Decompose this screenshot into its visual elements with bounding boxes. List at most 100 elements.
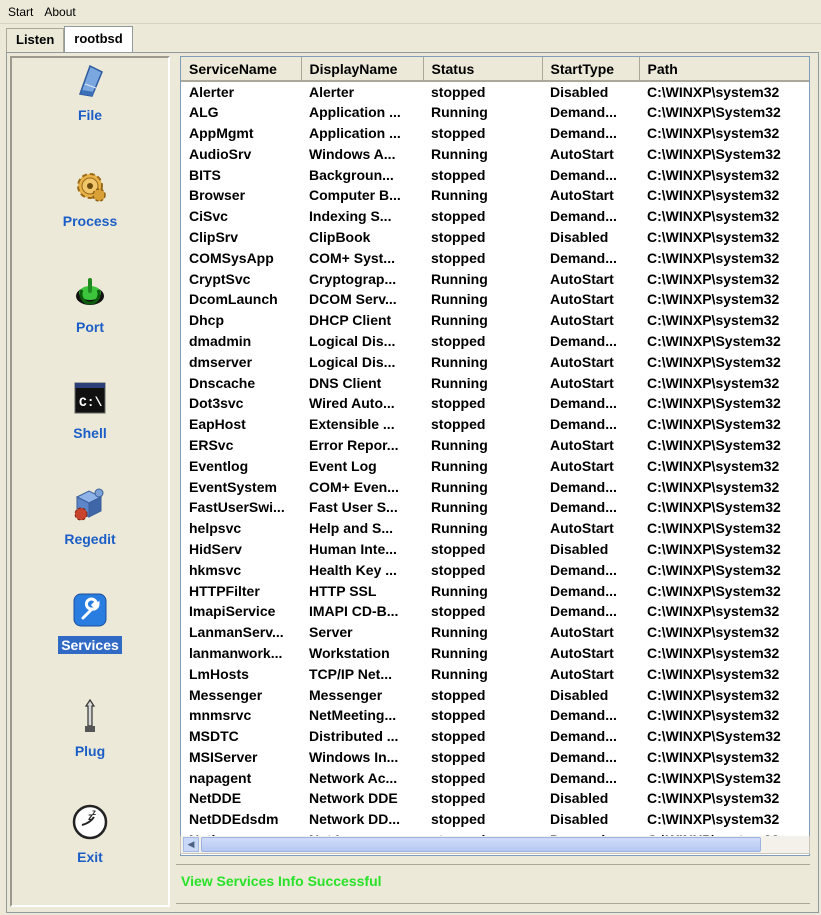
table-cell: Demand... [550, 124, 617, 141]
table-row[interactable]: helpsvc Help and S... Running AutoStart C:\W… [181, 518, 809, 539]
table-row[interactable]: FastUserSwi... Fast User S... Running Deman… [181, 497, 809, 518]
table-cell: AutoStart [550, 624, 614, 641]
column-header-servicename[interactable]: ServiceName [181, 57, 302, 82]
services-wrench-icon [70, 590, 110, 630]
sidebar-item-exit[interactable]: z z Exit [12, 802, 168, 892]
table-row[interactable]: Dot3svc Wired Auto... stopped Demand... C:\W… [181, 393, 809, 414]
horizontal-scrollbar[interactable]: ◀ [180, 836, 810, 854]
table-row[interactable]: MSDTC Distributed ... stopped Demand... C:\W… [181, 726, 809, 747]
table-row[interactable]: EventSystem COM+ Even... Running Demand... C… [181, 476, 809, 497]
table-cell: MSDTC [189, 728, 239, 745]
table-row[interactable]: hkmsvc Health Key ... stopped Demand... C:\W… [181, 559, 809, 580]
sidebar-item-process[interactable]: Process [12, 166, 168, 256]
table-row[interactable]: LanmanServ... Server Running AutoStart C:\WI… [181, 622, 809, 643]
table-row[interactable]: ALG Application ... Running Demand... C:\WIN… [181, 102, 809, 123]
table-cell: stopped [431, 395, 486, 412]
table-cell: Event Log [309, 457, 377, 474]
tab-rootbsd[interactable]: rootbsd [64, 26, 133, 52]
table-cell: AutoStart [550, 644, 614, 661]
table-row[interactable]: ClipSrv ClipBook stopped Disabled C:\WINXP\s… [181, 227, 809, 248]
table-cell: Computer B... [309, 187, 401, 204]
table-cell: Demand... [550, 769, 617, 786]
sidebar-item-services[interactable]: Services [12, 590, 168, 680]
table-row[interactable]: ImapiService IMAPI CD-B... stopped Demand..… [181, 601, 809, 622]
table-cell: AutoStart [550, 374, 614, 391]
table-cell: C:\WINXP\System32 [647, 540, 781, 557]
sidebar-item-file[interactable]: File [12, 60, 168, 150]
table-cell: C:\WINXP\System32 [647, 353, 781, 370]
table-row[interactable]: NetDDEdsdm Network DD... stopped Disabled C:… [181, 809, 809, 830]
table-row[interactable]: dmadmin Logical Dis... stopped Demand... C:\… [181, 331, 809, 352]
table-row[interactable]: Dnscache DNS Client Running AutoStart C:\WIN… [181, 372, 809, 393]
sidebar-item-port[interactable]: Port [12, 272, 168, 362]
table-row[interactable]: COMSysApp COM+ Syst... stopped Demand... C:\… [181, 247, 809, 268]
table-cell: Wired Auto... [309, 395, 395, 412]
sidebar-item-label: Regedit [64, 531, 116, 547]
table-row[interactable]: Eventlog Event Log Running AutoStart C:\WINX… [181, 455, 809, 476]
table-cell: C:\WINXP\system32 [647, 228, 780, 245]
table-cell: C:\WINXP\system32 [647, 187, 780, 204]
table-row[interactable]: MSIServer Windows In... stopped Demand... C:… [181, 747, 809, 768]
table-cell: Running [431, 145, 488, 162]
column-header-path[interactable]: Path [639, 57, 809, 82]
table-cell: C:\WINXP\system32 [647, 291, 780, 308]
table-cell: Running [431, 104, 488, 121]
menu-about[interactable]: About [40, 5, 82, 19]
table-cell: MSIServer [189, 748, 258, 765]
table-cell: TCP/IP Net... [309, 665, 392, 682]
table-cell: Demand... [550, 104, 617, 121]
column-header-displayname[interactable]: DisplayName [301, 57, 424, 82]
table-row[interactable]: EapHost Extensible ... stopped Demand... C:\… [181, 414, 809, 435]
sidebar-item-label: Plug [74, 743, 106, 759]
scroll-thumb[interactable] [201, 837, 761, 852]
table-row[interactable]: ERSvc Error Repor... Running AutoStart C:\WI… [181, 435, 809, 456]
table-row[interactable]: HidServ Human Inte... stopped Disabled C:\WI… [181, 539, 809, 560]
table-cell: HTTP SSL [309, 582, 377, 599]
table-cell: Running [431, 644, 488, 661]
table-row[interactable]: Browser Computer B... Running AutoStart C:\W… [181, 185, 809, 206]
scroll-left-arrow-icon[interactable]: ◀ [183, 837, 199, 852]
table-cell: lanmanwork... [189, 644, 283, 661]
table-row[interactable]: NetDDE Network DDE stopped Disabled C:\WINXP… [181, 788, 809, 809]
table-cell: Dnscache [189, 374, 256, 391]
tab-listen[interactable]: Listen [6, 28, 65, 52]
table-cell: Running [431, 457, 488, 474]
table-row[interactable]: CryptSvc Cryptograp... Running AutoStart C:\… [181, 268, 809, 289]
status-message: View Services Info Successful [181, 873, 382, 889]
table-row[interactable]: AppMgmt Application ... stopped Demand... C:… [181, 123, 809, 144]
table-row[interactable]: dmserver Logical Dis... Running AutoStart C:… [181, 351, 809, 372]
table-cell: stopped [431, 728, 486, 745]
menu-start[interactable]: Start [4, 5, 40, 19]
services-table[interactable]: ServiceName DisplayName Status StartType… [180, 56, 810, 856]
table-cell: stopped [431, 811, 486, 828]
table-row[interactable]: Alerter Alerter stopped Disabled C:\WINXP\sy… [181, 81, 809, 102]
table-row[interactable]: CiSvc Indexing S... stopped Demand... C:\WIN… [181, 206, 809, 227]
table-row[interactable]: Messenger Messenger stopped Disabled C:\WINX… [181, 684, 809, 705]
table-cell: Indexing S... [309, 208, 392, 225]
sidebar-item-shell[interactable]: C:\ Shell [12, 378, 168, 468]
table-cell: Eventlog [189, 457, 249, 474]
table-cell: Network DD... [309, 811, 401, 828]
table-cell: Demand... [550, 332, 617, 349]
sidebar-item-regedit[interactable]: Regedit [12, 484, 168, 574]
services-grid: ServiceName DisplayName Status StartType… [181, 57, 809, 850]
sidebar-item-plug[interactable]: Plug [12, 696, 168, 786]
table-row[interactable]: mnmsrvc NetMeeting... stopped Demand... C:\W… [181, 705, 809, 726]
table-cell: C:\WINXP\system32 [647, 270, 780, 287]
table-row[interactable]: lanmanwork... Workstation Running AutoStart… [181, 643, 809, 664]
table-cell: Network DDE [309, 790, 398, 807]
table-cell: C:\WINXP\System32 [647, 395, 781, 412]
table-row[interactable]: LmHosts TCP/IP Net... Running AutoStart C:\W… [181, 663, 809, 684]
table-row[interactable]: DcomLaunch DCOM Serv... Running AutoStart C:… [181, 289, 809, 310]
column-header-status[interactable]: Status [423, 57, 543, 82]
table-row[interactable]: Dhcp DHCP Client Running AutoStart C:\WINXP\… [181, 310, 809, 331]
table-row[interactable]: HTTPFilter HTTP SSL Running Demand... C:\WIN… [181, 580, 809, 601]
table-cell: Alerter [309, 83, 355, 100]
column-header-starttype[interactable]: StartType [542, 57, 640, 82]
table-row[interactable]: BITS Backgroun... stopped Demand... C:\WINXP… [181, 164, 809, 185]
table-cell: IMAPI CD-B... [309, 603, 399, 620]
table-cell: stopped [431, 208, 486, 225]
table-row[interactable]: napagent Network Ac... stopped Demand... C:\… [181, 767, 809, 788]
table-row[interactable]: AudioSrv Windows A... Running AutoStart C:\W… [181, 143, 809, 164]
table-cell: C:\WINXP\System32 [647, 769, 781, 786]
